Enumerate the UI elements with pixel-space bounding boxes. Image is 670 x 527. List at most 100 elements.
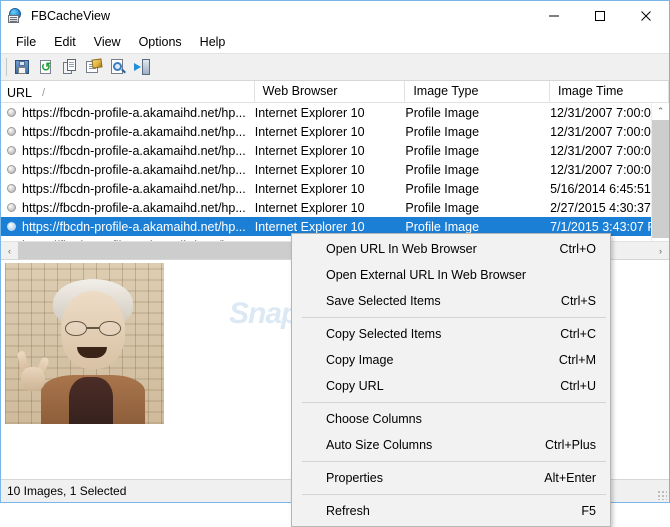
cell-url-text: https://fbcdn-profile-a.akamaihd.net/hp.… [22, 239, 246, 242]
context-menu-item-shortcut: Ctrl+Plus [544, 438, 596, 452]
context-menu-item-copy-url[interactable]: Copy URL Ctrl+U [292, 373, 610, 399]
maximize-button[interactable] [577, 1, 623, 31]
toolbar-find-button[interactable] [106, 56, 130, 78]
toolbar-save-button[interactable] [10, 56, 34, 78]
column-header-web-browser[interactable]: Web Browser [255, 81, 406, 102]
context-menu-separator [302, 402, 606, 403]
toolbar-separator [6, 58, 7, 76]
context-menu-item-shortcut: F5 [581, 504, 596, 518]
floppy-disk-icon [14, 59, 30, 75]
image-bullet-icon [7, 203, 16, 212]
sort-indicator-icon: / [42, 87, 46, 99]
horizontal-scroll-thumb[interactable] [18, 242, 303, 259]
cell-url-text: https://fbcdn-profile-a.akamaihd.net/hp.… [22, 200, 246, 215]
magnifier-page-icon [110, 59, 126, 75]
scroll-up-arrow-icon[interactable]: ⌃ [652, 103, 669, 120]
photo-shirt [69, 377, 113, 424]
minimize-button[interactable] [531, 1, 577, 31]
application-window: FBCacheView File Edit View Options Help [0, 0, 670, 527]
table-row[interactable]: https://fbcdn-profile-a.akamaihd.net/hp.… [1, 179, 669, 198]
cell-url: https://fbcdn-profile-a.akamaihd.net/hp.… [1, 106, 255, 120]
list-body: https://fbcdn-profile-a.akamaihd.net/hp.… [1, 103, 669, 241]
cell-url: https://fbcdn-profile-a.akamaihd.net/hp.… [1, 163, 255, 177]
context-menu-item-copy-selected-items[interactable]: Copy Selected Items Ctrl+C [292, 321, 610, 347]
menu-file[interactable]: File [7, 33, 45, 51]
table-row[interactable]: https://fbcdn-profile-a.akamaihd.net/hp.… [1, 103, 669, 122]
refresh-arrows-icon: ↺ [40, 60, 52, 74]
context-menu-item-open-external-url[interactable]: Open External URL In Web Browser [292, 262, 610, 288]
exit-door-arrow-icon [134, 59, 150, 75]
scroll-left-arrow-icon[interactable]: ‹ [1, 242, 18, 259]
image-bullet-icon [7, 184, 16, 193]
column-header-image-time[interactable]: Image Time [550, 81, 669, 102]
context-menu-item-shortcut: Ctrl+O [559, 242, 596, 256]
column-header-image-type[interactable]: Image Type [405, 81, 551, 102]
cell-browser: Internet Explorer 10 [254, 124, 365, 139]
image-bullet-icon [7, 108, 16, 117]
cell-browser: Internet Explorer 10 [254, 162, 365, 177]
scroll-right-arrow-icon[interactable]: › [652, 242, 669, 259]
window-title: FBCacheView [31, 9, 110, 23]
toolbar-copy-button[interactable] [58, 56, 82, 78]
image-bullet-icon [7, 127, 16, 136]
menu-bar: File Edit View Options Help [1, 31, 669, 53]
context-menu-item-save-selected-items[interactable]: Save Selected Items Ctrl+S [292, 288, 610, 314]
cell-browser: Internet Explorer 10 [254, 219, 365, 234]
context-menu-item-label: Copy Image [326, 353, 394, 367]
cell-url: https://fbcdn-profile-a.akamaihd.net/hp.… [1, 220, 255, 234]
cell-browser: Internet Explorer 10 [254, 200, 365, 215]
context-menu-item-properties[interactable]: Properties Alt+Enter [292, 465, 610, 491]
menu-options[interactable]: Options [130, 33, 191, 51]
cell-type: Profile Image [405, 143, 480, 158]
context-menu-item-label: Auto Size Columns [326, 438, 433, 452]
context-menu-item-shortcut: Ctrl+M [558, 353, 596, 367]
context-menu-item-label: Properties [326, 471, 383, 485]
context-menu-item-choose-columns[interactable]: Choose Columns [292, 406, 610, 432]
context-menu-item-label: Refresh [326, 504, 370, 518]
copy-pages-icon [62, 59, 78, 75]
context-menu-item-shortcut: Ctrl+U [560, 379, 596, 393]
table-row[interactable]: https://fbcdn-profile-a.akamaihd.net/hp.… [1, 141, 669, 160]
vertical-scroll-thumb[interactable] [652, 120, 669, 238]
table-row[interactable]: https://fbcdn-profile-a.akamaihd.net/hp.… [1, 122, 669, 141]
context-menu-item-label: Save Selected Items [326, 294, 441, 308]
photo-hand [15, 350, 50, 393]
menu-view[interactable]: View [85, 33, 130, 51]
resize-grip-icon[interactable] [657, 490, 667, 500]
context-menu-item-open-url[interactable]: Open URL In Web Browser Ctrl+O [292, 236, 610, 262]
toolbar-properties-button[interactable] [82, 56, 106, 78]
toolbar-refresh-button[interactable]: ↺ [34, 56, 58, 78]
cell-url-text: https://fbcdn-profile-a.akamaihd.net/hp.… [22, 124, 246, 139]
context-menu-item-shortcut: Ctrl+C [560, 327, 596, 341]
window-controls [531, 1, 669, 31]
menu-edit[interactable]: Edit [45, 33, 85, 51]
context-menu-item-refresh[interactable]: Refresh F5 [292, 498, 610, 524]
cell-type: Profile Image [405, 181, 480, 196]
image-bullet-icon [7, 165, 16, 174]
cell-browser: Internet Explorer 10 [254, 143, 365, 158]
column-header-url[interactable]: URL / [1, 81, 255, 102]
context-menu-separator [302, 494, 606, 495]
table-row[interactable]: https://fbcdn-profile-a.akamaihd.net/hp.… [1, 160, 669, 179]
context-menu-item-shortcut: Ctrl+S [560, 294, 596, 308]
toolbar-exit-button[interactable] [130, 56, 154, 78]
list-rows: https://fbcdn-profile-a.akamaihd.net/hp.… [1, 103, 669, 241]
image-bullet-icon [7, 222, 16, 231]
cell-browser: Internet Explorer 10 [254, 105, 365, 120]
vertical-scrollbar[interactable]: ⌃ ⌄ [651, 103, 669, 241]
table-row[interactable]: https://fbcdn-profile-a.akamaihd.net/hp.… [1, 198, 669, 217]
close-button[interactable] [623, 1, 669, 31]
title-bar: FBCacheView [1, 1, 669, 31]
cell-url-text: https://fbcdn-profile-a.akamaihd.net/hp.… [22, 181, 246, 196]
context-menu-item-auto-size-columns[interactable]: Auto Size Columns Ctrl+Plus [292, 432, 610, 458]
cell-type: Profile Image [405, 219, 480, 234]
properties-pencil-icon [86, 58, 103, 75]
context-menu-item-label: Open URL In Web Browser [326, 242, 477, 256]
context-menu-item-copy-image[interactable]: Copy Image Ctrl+M [292, 347, 610, 373]
vertical-scroll-track[interactable] [652, 120, 669, 238]
cell-type: Profile Image [405, 105, 480, 120]
cell-type: Profile Image [405, 124, 480, 139]
context-menu: Open URL In Web Browser Ctrl+O Open Exte… [291, 233, 611, 527]
context-menu-item-label: Choose Columns [326, 412, 422, 426]
menu-help[interactable]: Help [191, 33, 235, 51]
